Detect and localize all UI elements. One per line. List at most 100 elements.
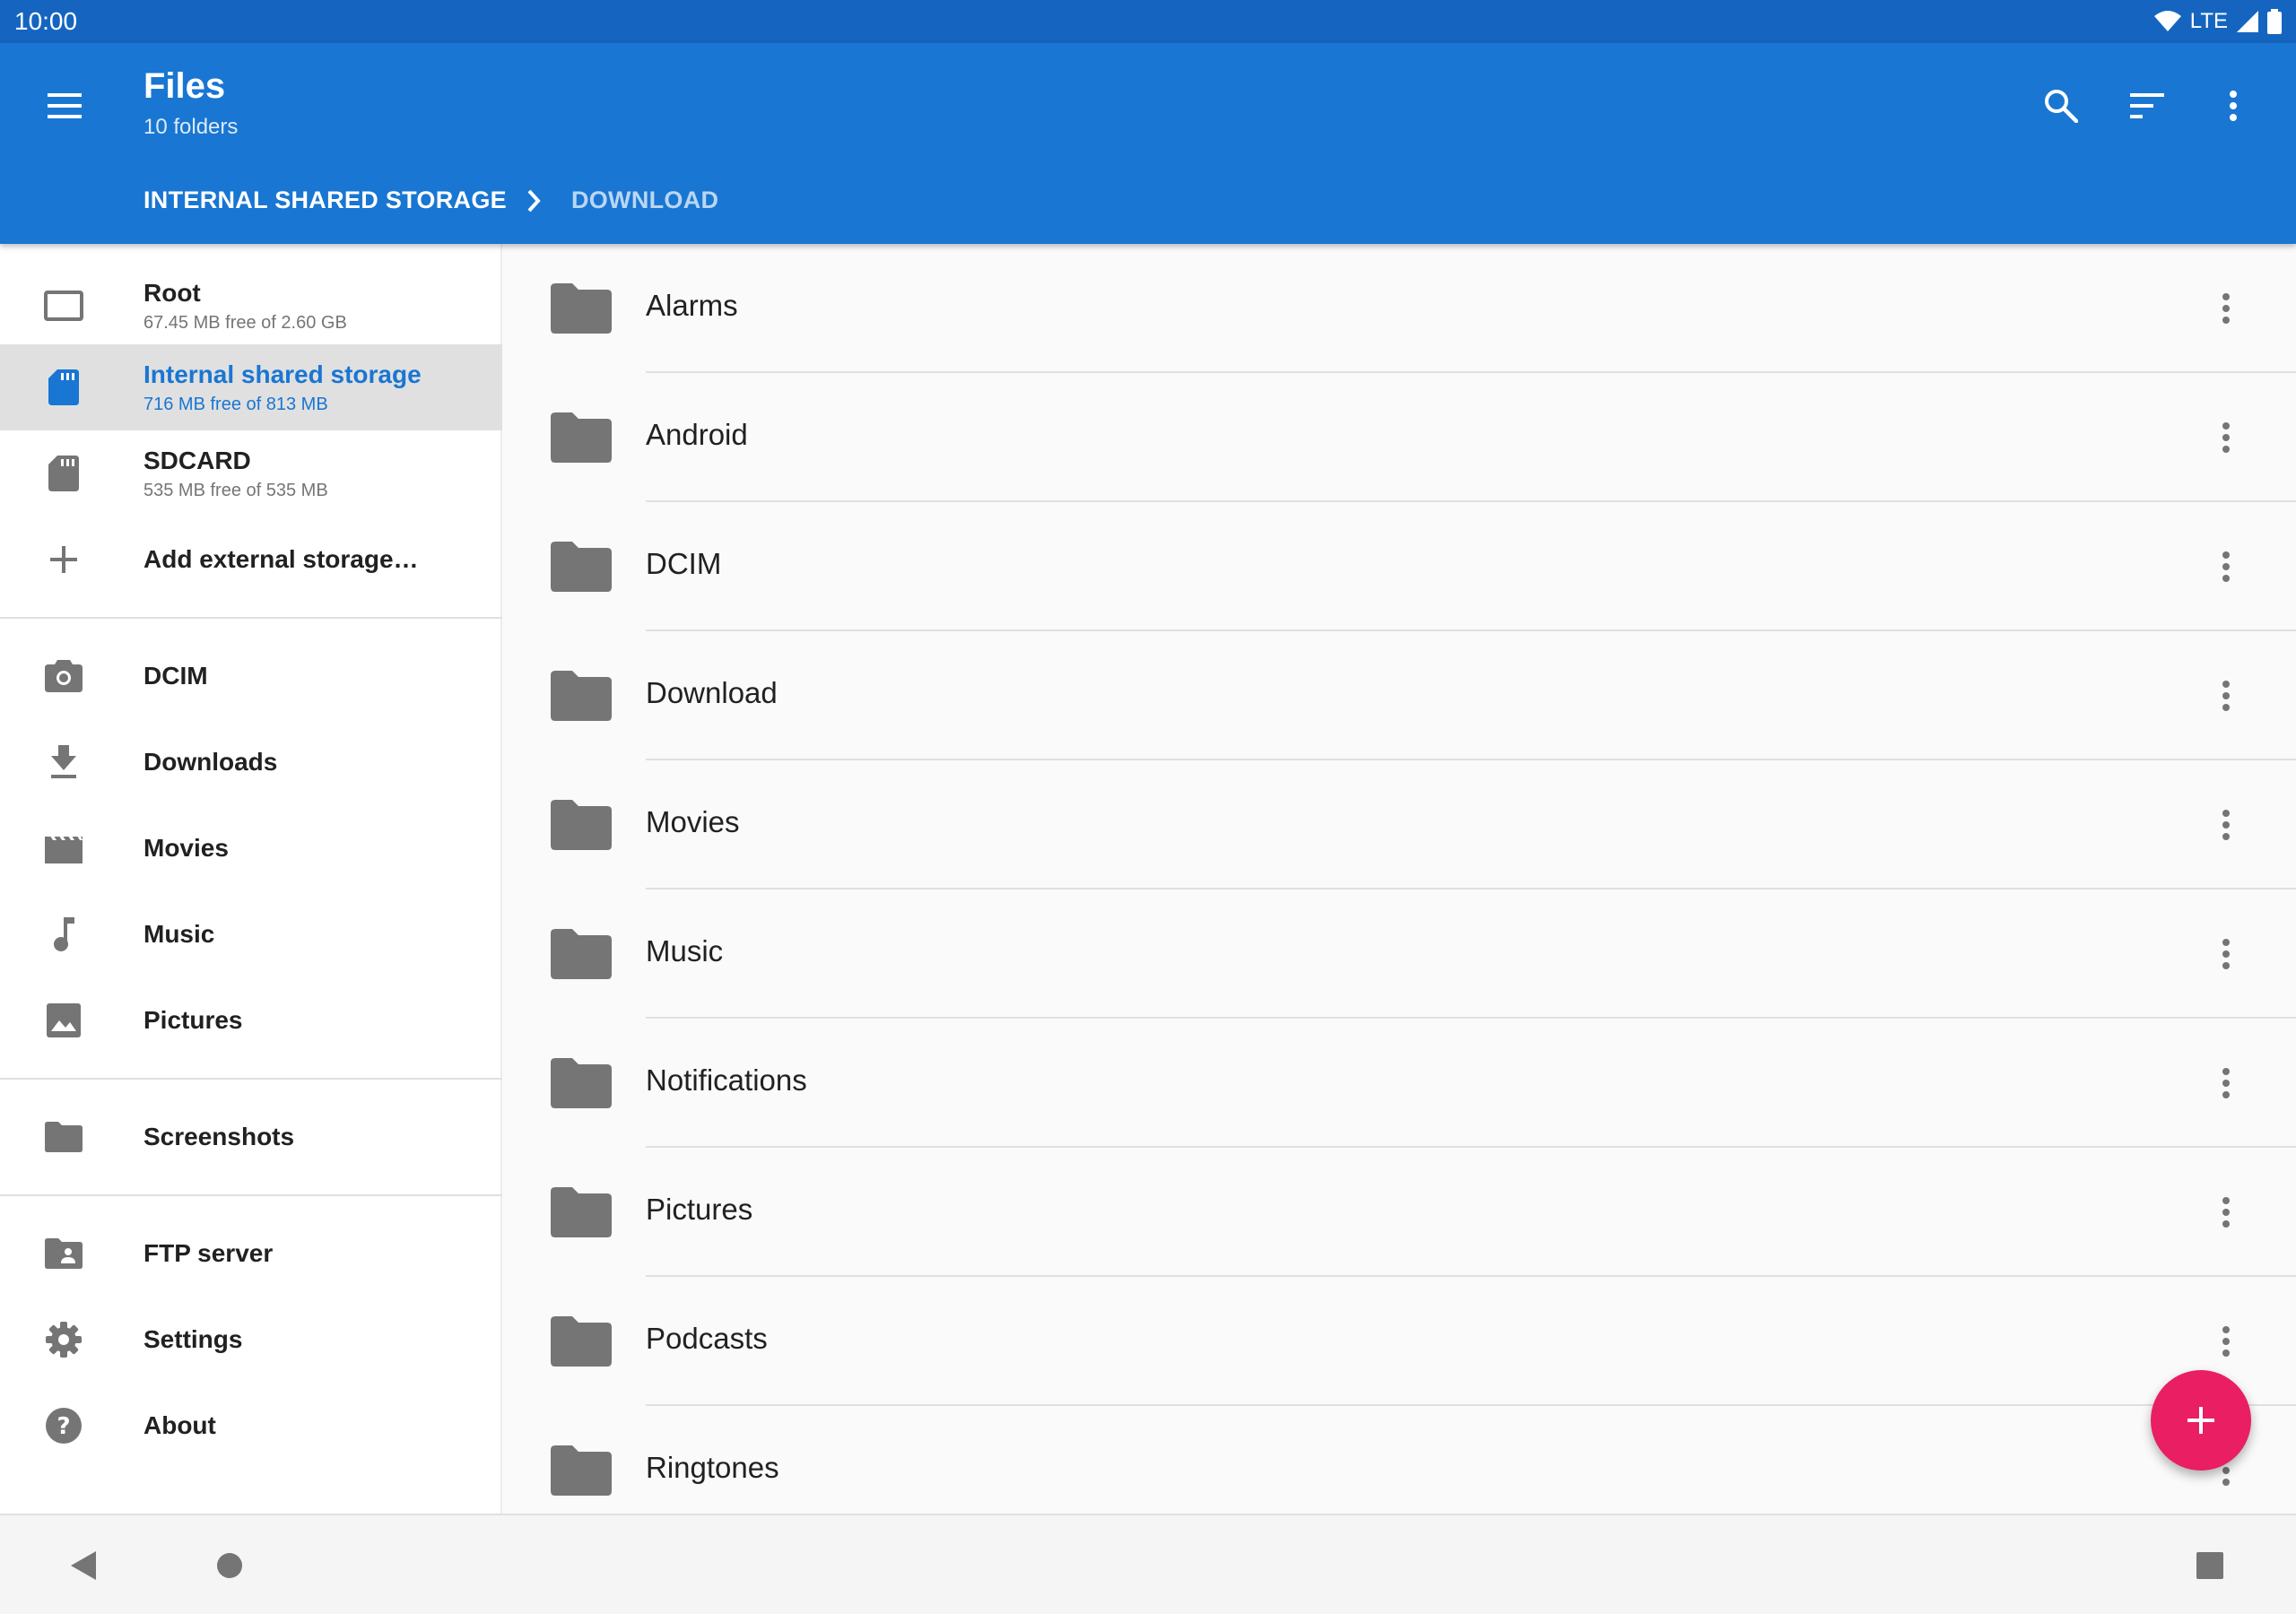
- file-name: DCIM: [646, 547, 722, 580]
- drawer-item-about[interactable]: ? About: [0, 1383, 502, 1469]
- folder-icon: [551, 929, 612, 979]
- file-more-button[interactable]: [2199, 1056, 2253, 1110]
- more-vert-icon: [2230, 91, 2237, 121]
- drawer-item-text: Movies: [144, 834, 229, 863]
- drawer-item-internal-storage[interactable]: Internal shared storage 716 MB free of 8…: [0, 344, 502, 430]
- more-vert-icon: [2222, 1068, 2230, 1098]
- file-row[interactable]: Android: [504, 373, 2296, 502]
- drawer-divider: [0, 617, 502, 619]
- file-row[interactable]: Alarms: [504, 244, 2296, 373]
- file-more-button[interactable]: [2199, 1315, 2253, 1368]
- file-more-button[interactable]: [2199, 669, 2253, 723]
- folder-icon: [551, 800, 612, 850]
- drawer-item-label: Pictures: [144, 1006, 243, 1034]
- folder-icon: [551, 283, 612, 334]
- breadcrumb: INTERNAL SHARED STORAGE DOWNLOAD: [144, 187, 718, 214]
- music-note-icon: [43, 914, 84, 955]
- create-fab-button[interactable]: [2151, 1370, 2251, 1471]
- breadcrumb-download[interactable]: DOWNLOAD: [571, 187, 718, 214]
- drawer-item-screenshots[interactable]: Screenshots: [0, 1094, 502, 1180]
- chevron-right-icon: [526, 189, 541, 213]
- file-row[interactable]: Music: [504, 889, 2296, 1019]
- drawer-item-sublabel: 716 MB free of 813 MB: [144, 394, 328, 414]
- drawer-item-sdcard[interactable]: SDCARD 535 MB free of 535 MB: [0, 430, 502, 516]
- settings-icon: [43, 1319, 84, 1360]
- file-more-button[interactable]: [2199, 411, 2253, 464]
- more-vert-icon: [2222, 810, 2230, 840]
- file-more-button[interactable]: [2199, 1185, 2253, 1239]
- sort-button[interactable]: [2120, 79, 2174, 133]
- drawer-item-settings[interactable]: Settings: [0, 1297, 502, 1383]
- file-more-button[interactable]: [2199, 927, 2253, 981]
- movie-icon: [43, 828, 84, 869]
- drawer-item-downloads[interactable]: Downloads: [0, 719, 502, 805]
- toolbar-actions: [2034, 79, 2260, 133]
- recents-square-icon: [2196, 1552, 2223, 1579]
- drawer-item-label: About: [144, 1411, 216, 1439]
- more-vert-icon: [2222, 551, 2230, 582]
- drawer-item-pictures[interactable]: Pictures: [0, 977, 502, 1063]
- file-name: Podcasts: [646, 1322, 768, 1355]
- file-row[interactable]: Ringtones: [504, 1406, 2296, 1514]
- drawer-item-text: DCIM: [144, 662, 208, 690]
- drawer-item-text: About: [144, 1411, 216, 1440]
- network-type: LTE: [2189, 9, 2228, 33]
- home-circle-icon: [217, 1553, 242, 1578]
- file-row[interactable]: Podcasts: [504, 1277, 2296, 1406]
- file-more-button[interactable]: [2199, 798, 2253, 852]
- drawer-item-add-storage[interactable]: Add external storage…: [0, 516, 502, 603]
- drawer-item-ftp-server[interactable]: FTP server: [0, 1210, 502, 1297]
- drawer-item-label: Screenshots: [144, 1123, 295, 1150]
- file-row[interactable]: DCIM: [504, 502, 2296, 631]
- drawer-item-label: Music: [144, 920, 215, 948]
- breadcrumb-internal-storage[interactable]: INTERNAL SHARED STORAGE: [144, 187, 507, 214]
- drawer-item-music[interactable]: Music: [0, 891, 502, 977]
- battery-icon: [2267, 9, 2282, 34]
- download-icon: [43, 742, 84, 783]
- drawer-item-label: DCIM: [144, 662, 208, 690]
- file-name: Notifications: [646, 1063, 807, 1097]
- file-more-button[interactable]: [2199, 540, 2253, 594]
- more-vert-icon: [2222, 681, 2230, 711]
- drawer-item-text: Settings: [144, 1325, 242, 1354]
- navigation-drawer: Root 67.45 MB free of 2.60 GB Internal s…: [0, 244, 502, 1514]
- drawer-item-text: Pictures: [144, 1006, 243, 1035]
- more-vert-icon: [2222, 1197, 2230, 1228]
- drawer-item-label: Root: [144, 278, 201, 307]
- add-icon: [43, 539, 84, 580]
- drawer-item-movies[interactable]: Movies: [0, 805, 502, 891]
- app-bar: Files 10 folders INTERNAL SHARED STORAGE…: [0, 43, 2296, 244]
- image-icon: [43, 1000, 84, 1041]
- sd-card-icon: [43, 367, 84, 408]
- drawer-item-text: SDCARD 535 MB free of 535 MB: [144, 447, 328, 501]
- status-bar: 10:00 LTE: [0, 0, 2296, 43]
- recents-button[interactable]: [2183, 1539, 2237, 1592]
- drawer-item-label: Movies: [144, 834, 229, 862]
- file-more-button[interactable]: [2199, 282, 2253, 335]
- search-button[interactable]: [2034, 79, 2088, 133]
- home-button[interactable]: [203, 1539, 257, 1592]
- drawer-item-dcim[interactable]: DCIM: [0, 633, 502, 719]
- overflow-menu-button[interactable]: [2206, 79, 2260, 133]
- back-button[interactable]: [57, 1539, 111, 1592]
- file-row[interactable]: Movies: [504, 760, 2296, 889]
- page-title: Files: [144, 66, 226, 106]
- drawer-item-text: Root 67.45 MB free of 2.60 GB: [144, 279, 347, 334]
- svg-text:?: ?: [57, 1413, 70, 1440]
- folder-icon: [551, 542, 612, 592]
- wifi-icon: [2153, 11, 2181, 31]
- add-icon: [2187, 1407, 2214, 1434]
- file-row[interactable]: Pictures: [504, 1148, 2296, 1277]
- camera-icon: [43, 655, 84, 697]
- file-name: Pictures: [646, 1193, 753, 1226]
- drawer-item-label: Settings: [144, 1325, 243, 1353]
- signal-icon: [2237, 11, 2258, 32]
- more-vert-icon: [2222, 939, 2230, 969]
- drawer-item-text: Add external storage…: [144, 545, 419, 574]
- file-row[interactable]: Download: [504, 631, 2296, 760]
- drawer-item-root[interactable]: Root 67.45 MB free of 2.60 GB: [0, 265, 502, 346]
- folder-icon: [551, 1445, 612, 1496]
- status-icons: LTE: [2153, 9, 2282, 34]
- file-row[interactable]: Notifications: [504, 1019, 2296, 1148]
- menu-button[interactable]: [38, 79, 91, 133]
